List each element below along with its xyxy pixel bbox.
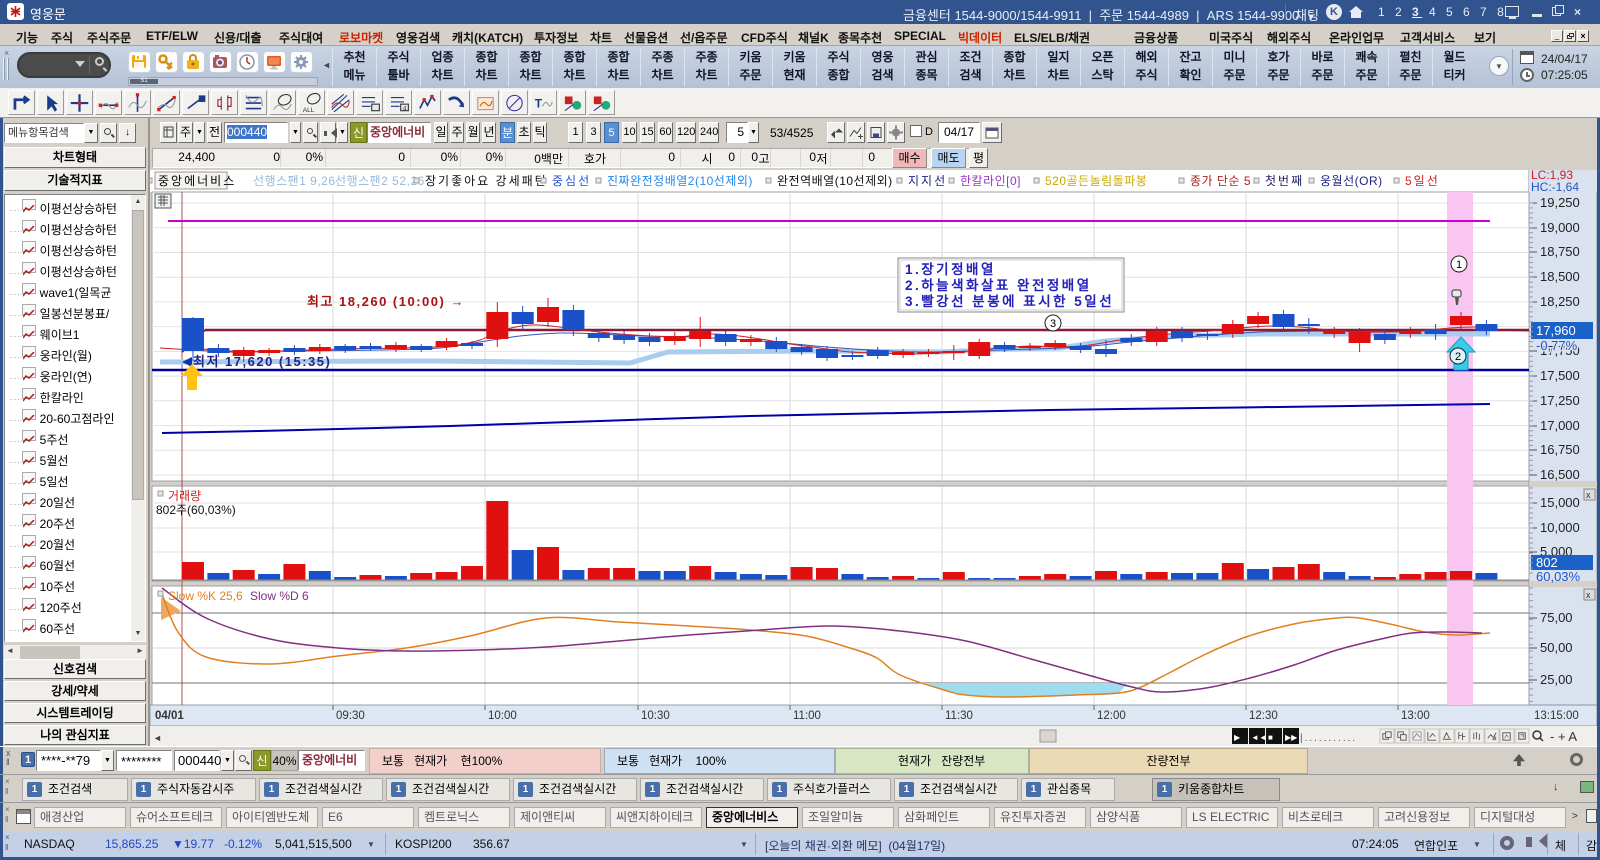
svg-text:17,250: 17,250 [1540,393,1580,408]
svg-text:종가 단순 5: 종가 단순 5 [1190,174,1251,188]
svg-text:웅월선(OR): 웅월선(OR) [1320,174,1383,188]
svg-text:802: 802 [1536,555,1558,570]
svg-text:Slow %D 6: Slow %D 6 [250,589,309,603]
svg-text:10,000: 10,000 [1540,520,1580,535]
svg-text:첫번째: 첫번째 [1265,174,1304,188]
svg-text:x: x [1586,490,1591,500]
svg-text:18,750: 18,750 [1540,244,1580,259]
svg-text:10:30: 10:30 [641,710,670,722]
svg-text:75,00: 75,00 [1540,610,1573,625]
svg-text:15,000: 15,000 [1540,495,1580,510]
svg-text:18,500: 18,500 [1540,269,1580,284]
svg-text:50,00: 50,00 [1540,640,1573,655]
svg-text:선행스팬1 9,26: 선행스팬1 9,26 [253,173,336,188]
svg-text:거래량: 거래량 [168,489,201,503]
svg-text:18,250: 18,250 [1540,294,1580,309]
svg-text:3.빨강선 분봉에 표시한 5일선: 3.빨강선 분봉에 표시한 5일선 [905,293,1114,309]
svg-text:한칼라인[0]: 한칼라인[0] [960,174,1021,188]
svg-text:5일선: 5일선 [1405,174,1440,188]
svg-text:19,250: 19,250 [1540,195,1580,210]
svg-text:최저 17,620 (15:35): 최저 17,620 (15:35) [193,354,331,369]
svg-text:◄◄: ◄◄ [1251,733,1267,742]
svg-text:16,750: 16,750 [1540,442,1580,457]
svg-text:x: x [1586,590,1591,600]
svg-text:1.장기정배열: 1.장기정배열 [905,261,996,277]
svg-text:4: 4 [403,106,407,113]
svg-text:최고 18,260 (10:00) →: 최고 18,260 (10:00) → [307,294,465,309]
svg-text:선행스팬2 52,26: 선행스팬2 52,26 [335,173,425,188]
svg-text:▶: ▶ [1234,733,1241,742]
svg-text:Slow %K 25,6: Slow %K 25,6 [168,589,243,603]
svg-text:|...........: |........... [1300,733,1357,744]
svg-text:중심선: 중심선 [552,174,591,188]
svg-text:09:30: 09:30 [336,710,365,722]
svg-text:1: 1 [1456,259,1462,271]
svg-text:10:00: 10:00 [488,710,517,722]
svg-text:■: ■ [1268,733,1273,742]
svg-text:19,000: 19,000 [1540,220,1580,235]
svg-text:17,500: 17,500 [1540,368,1580,383]
svg-text:11:00: 11:00 [793,710,821,722]
svg-text:ALL: ALL [303,107,315,114]
svg-text:2.하늘색화살표 완전정배열: 2.하늘색화살표 완전정배열 [905,277,1092,293]
svg-text:13:00: 13:00 [1401,710,1430,722]
svg-text:25,00: 25,00 [1540,672,1573,687]
svg-text:3: 3 [1050,318,1056,330]
svg-text:12:00: 12:00 [1097,710,1126,722]
svg-text:장기좋아요 강세패턴: 장기좋아요 강세패턴 [425,174,548,188]
svg-text:중앙에너비스: 중앙에너비스 [158,174,236,188]
svg-text:진짜완전정배열2(10선제외): 진짜완전정배열2(10선제외) [607,174,753,188]
svg-text:지지선: 지지선 [908,174,947,188]
svg-text:60,03%: 60,03% [1536,569,1581,584]
svg-text:11:30: 11:30 [945,710,973,722]
svg-text:- + A: - + A [1550,729,1577,744]
svg-text:16,500: 16,500 [1540,467,1580,482]
svg-text:-0,77%: -0,77% [1536,338,1578,353]
svg-text:802주(60,03%): 802주(60,03%) [156,503,236,517]
svg-text:13:15:00: 13:15:00 [1534,710,1579,722]
svg-text:완전역배열(10선제외): 완전역배열(10선제외) [777,174,893,188]
svg-text:17,960: 17,960 [1536,323,1576,338]
svg-text:◄: ◄ [153,733,162,743]
svg-text:12:30: 12:30 [1249,710,1278,722]
svg-text:520골든놀림돌파봉: 520골든놀림돌파봉 [1045,174,1147,188]
svg-text:04/01: 04/01 [155,710,184,722]
svg-text:2: 2 [1455,351,1461,363]
svg-text:HC:-1,64: HC:-1,64 [1531,180,1579,194]
svg-text:17,000: 17,000 [1540,418,1580,433]
svg-text:▶▶: ▶▶ [1285,733,1298,742]
svg-text:T: T [535,96,543,110]
